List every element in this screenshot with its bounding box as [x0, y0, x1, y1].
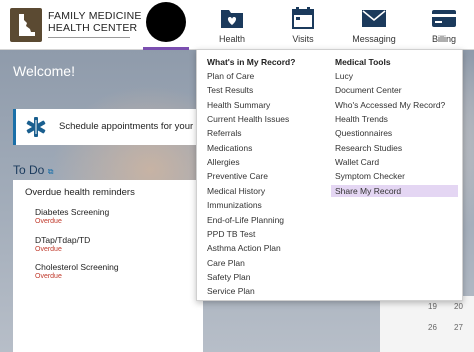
menu-item-test-results[interactable]: Test Results [207, 85, 253, 95]
menu-item-preventive-care[interactable]: Preventive Care [207, 171, 268, 181]
todo-item-name: Diabetes Screening [35, 207, 110, 217]
envelope-icon [362, 10, 386, 27]
menu-item-ppd-tb-test[interactable]: PPD TB Test [207, 229, 255, 239]
menu-item-document-center[interactable]: Document Center [335, 85, 402, 95]
menu-item-care-plan[interactable]: Care Plan [207, 258, 245, 268]
calendar-day[interactable]: 19 [428, 302, 437, 311]
brand-line-1: FAMILY MEDICINE [48, 10, 142, 22]
todo-title-text: To Do [13, 163, 45, 177]
menu-item-symptom-checker[interactable]: Symptom Checker [335, 171, 405, 181]
calendar-icon [292, 7, 314, 29]
menu-item-end-of-life-planning[interactable]: End-of-Life Planning [207, 215, 284, 225]
external-link-icon: ⧉ [47, 167, 54, 176]
record-menu-heading: What's in My Record? [207, 57, 296, 67]
card-accent [13, 109, 16, 145]
schedule-appointment-text: Schedule appointments for your c [59, 121, 201, 132]
nav-messaging[interactable]: Messaging [344, 6, 404, 48]
menu-item-allergies[interactable]: Allergies [207, 157, 240, 167]
todo-item-name: DTap/Tdap/TD [35, 235, 91, 245]
menu-item-safety-plan[interactable]: Safety Plan [207, 272, 250, 282]
todo-item-status: Overdue [35, 218, 62, 225]
idaho-state-icon [19, 14, 35, 36]
calendar-day[interactable]: 26 [428, 323, 437, 332]
nav-visits-label: Visits [292, 34, 314, 44]
menu-item-immunizations[interactable]: Immunizations [207, 200, 262, 210]
menu-item-share-my-record[interactable]: Share My Record [331, 184, 458, 197]
menu-item-plan-of-care[interactable]: Plan of Care [207, 71, 254, 81]
menu-item-current-health-issues[interactable]: Current Health Issues [207, 114, 289, 124]
nav-billing[interactable]: Billing [414, 6, 474, 48]
menu-item-wallet-card[interactable]: Wallet Card [335, 157, 379, 167]
tools-menu-heading: Medical Tools [335, 57, 391, 67]
todo-item[interactable]: Cholesterol Screening Overdue [35, 262, 119, 280]
nav-health[interactable]: Health [202, 6, 262, 48]
todo-card: Overdue health reminders Diabetes Screen… [13, 180, 203, 352]
welcome-heading: Welcome! [13, 63, 75, 79]
todo-item-name: Cholesterol Screening [35, 262, 119, 272]
credit-card-icon [432, 10, 456, 27]
overdue-reminders-heading: Overdue health reminders [25, 187, 135, 198]
todo-item-status: Overdue [35, 246, 62, 253]
menu-item-lucy[interactable]: Lucy [335, 71, 353, 81]
nav-visits[interactable]: Visits [273, 6, 333, 48]
menu-item-health-summary[interactable]: Health Summary [207, 100, 270, 110]
medical-star-icon [26, 117, 46, 137]
schedule-appointment-card[interactable]: Schedule appointments for your c [13, 109, 203, 145]
menu-item-asthma-action-plan[interactable]: Asthma Action Plan [207, 243, 281, 253]
brand-underline [48, 37, 130, 38]
menu-item-medications[interactable]: Medications [207, 143, 252, 153]
menu-item-questionnaires[interactable]: Questionnaires [335, 128, 392, 138]
nav-messaging-label: Messaging [352, 34, 396, 44]
health-folder-icon [221, 10, 243, 28]
menu-item-referrals[interactable]: Referrals [207, 128, 241, 138]
menu-item-health-trends[interactable]: Health Trends [335, 114, 388, 124]
menu-item-research-studies[interactable]: Research Studies [335, 143, 402, 153]
health-dropdown-menu: What's in My Record? Plan of Care Test Re… [196, 49, 463, 301]
profile-tab[interactable] [143, 0, 189, 50]
top-header: FAMILY MEDICINE HEALTH CENTER Health Vis… [0, 0, 474, 50]
menu-item-who-s-accessed-my-record[interactable]: Who's Accessed My Record? [335, 100, 445, 110]
calendar-day[interactable]: 27 [454, 323, 463, 332]
logo[interactable] [10, 8, 42, 42]
brand-line-2: HEALTH CENTER [48, 22, 138, 34]
nav-billing-label: Billing [431, 34, 456, 44]
menu-item-medical-history[interactable]: Medical History [207, 186, 265, 196]
active-tab-indicator [143, 47, 189, 50]
calendar-day[interactable]: 20 [454, 302, 463, 311]
todo-item[interactable]: Diabetes Screening Overdue [35, 207, 109, 225]
todo-item[interactable]: DTap/Tdap/TD Overdue [35, 235, 90, 253]
avatar[interactable] [146, 2, 186, 42]
todo-title[interactable]: To Do ⧉ [13, 163, 53, 177]
brand-name: FAMILY MEDICINE HEALTH CENTER [48, 10, 148, 34]
todo-item-status: Overdue [35, 273, 62, 280]
menu-item-service-plan[interactable]: Service Plan [207, 286, 255, 296]
